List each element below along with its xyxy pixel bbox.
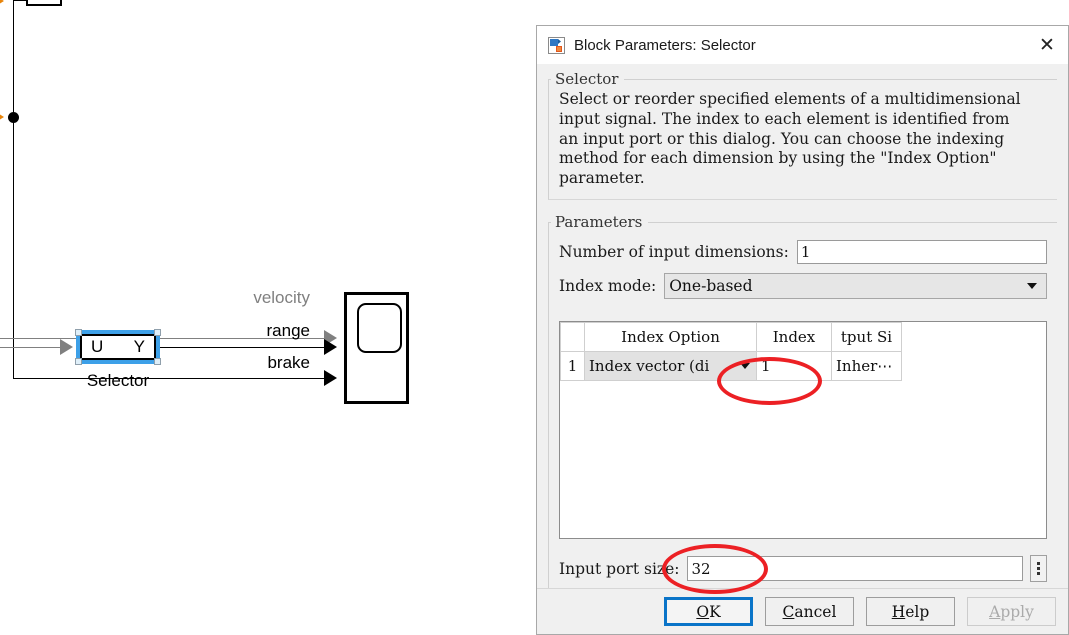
partial-block-top-left[interactable] bbox=[26, 0, 62, 6]
wire-top-stub bbox=[13, 0, 27, 1]
apply-button: Apply bbox=[967, 597, 1056, 626]
arrow-head-icon-top bbox=[0, 0, 4, 6]
cell-output-size[interactable]: Inher⋯ bbox=[831, 351, 902, 382]
signal-label-brake: brake bbox=[267, 353, 310, 372]
wire-range bbox=[160, 347, 330, 348]
parameters-group: Parameters Number of input dimensions: I… bbox=[548, 213, 1057, 588]
num-input-dimensions-input[interactable] bbox=[796, 240, 1047, 265]
selector-block-body: U Y bbox=[80, 334, 156, 360]
help-button-accel: H bbox=[891, 602, 906, 621]
parameters-group-legend: Parameters bbox=[555, 213, 643, 232]
close-icon[interactable]: ✕ bbox=[1032, 30, 1062, 60]
block-parameters-dialog: Block Parameters: Selector ✕ Selector Se… bbox=[536, 25, 1069, 635]
signal-label-velocity: velocity bbox=[253, 288, 310, 307]
ok-button[interactable]: OK bbox=[664, 597, 753, 626]
cancel-button[interactable]: Cancel bbox=[765, 597, 854, 626]
help-button-label: elp bbox=[905, 602, 930, 621]
index-mode-label: Index mode: bbox=[559, 277, 657, 296]
simulink-block-icon bbox=[548, 36, 565, 54]
scope-block[interactable] bbox=[344, 292, 409, 404]
dot-icon bbox=[1037, 572, 1040, 575]
description-group: Selector Select or reorder specified ele… bbox=[548, 70, 1057, 201]
resize-handle-bottom-left[interactable] bbox=[75, 358, 82, 365]
chevron-down-icon bbox=[1027, 283, 1037, 290]
help-button[interactable]: Help bbox=[866, 597, 955, 626]
input-port-size-input[interactable] bbox=[687, 556, 1023, 581]
input-port-size-label: Input port size: bbox=[559, 559, 680, 578]
arrow-head-icon-brake bbox=[324, 370, 337, 386]
dialog-body: Selector Select or reorder specified ele… bbox=[537, 64, 1068, 588]
ok-button-accel: O bbox=[696, 602, 710, 621]
description-group-legend: Selector bbox=[555, 70, 619, 88]
wire-vertical-trunk bbox=[13, 0, 14, 378]
arrow-head-icon-range bbox=[324, 339, 337, 355]
signal-label-range: range bbox=[266, 321, 310, 340]
cell-index-value[interactable]: 1 bbox=[756, 351, 832, 382]
arrow-head-icon-selector-input bbox=[60, 339, 73, 355]
dialog-title: Block Parameters: Selector bbox=[574, 36, 756, 54]
selector-block-caption: Selector bbox=[86, 371, 150, 390]
selector-output-port-label: Y bbox=[133, 337, 145, 356]
table-header-index-option: Index Option bbox=[584, 322, 757, 353]
resize-handle-top-right[interactable] bbox=[154, 329, 161, 336]
ok-button-label: K bbox=[709, 602, 721, 621]
arrow-head-icon-junction bbox=[0, 112, 4, 122]
index-options-table: Index Option Index tput Si 1 Index vecto… bbox=[560, 322, 902, 382]
cell-index-option[interactable]: Index vector (di bbox=[584, 351, 757, 382]
cell-index-option-value: Index vector (di bbox=[589, 357, 710, 376]
index-mode-select[interactable]: One-based bbox=[664, 273, 1047, 300]
table-row-number: 1 bbox=[560, 351, 585, 382]
dot-icon bbox=[1037, 562, 1040, 565]
dot-icon bbox=[1037, 567, 1040, 570]
wire-junction-dot bbox=[8, 112, 19, 123]
index-options-table-container[interactable]: Index Option Index tput Si 1 Index vecto… bbox=[559, 321, 1047, 539]
table-header-row: Index Option Index tput Si bbox=[560, 322, 902, 353]
simulink-model-canvas[interactable]: U Y Selector velocity range brake bbox=[0, 0, 536, 635]
apply-button-accel: A bbox=[989, 602, 1001, 621]
wire-brake bbox=[13, 378, 330, 379]
dialog-button-bar: OK Cancel Help Apply bbox=[537, 588, 1068, 634]
selector-input-port-label: U bbox=[91, 337, 104, 356]
wire-selector-input bbox=[0, 347, 62, 348]
index-mode-value: One-based bbox=[669, 277, 753, 296]
index-mode-row: Index mode: One-based bbox=[549, 273, 1057, 300]
cancel-button-label: ancel bbox=[794, 602, 837, 621]
apply-button-label: pply bbox=[1000, 602, 1034, 621]
resize-handle-bottom-right[interactable] bbox=[154, 358, 161, 365]
input-port-size-more-button[interactable] bbox=[1030, 555, 1047, 582]
num-input-dimensions-label: Number of input dimensions: bbox=[559, 243, 789, 262]
cancel-button-accel: C bbox=[782, 602, 795, 621]
num-input-dimensions-row: Number of input dimensions: bbox=[549, 240, 1057, 265]
chevron-down-icon[interactable] bbox=[740, 363, 750, 370]
table-corner-header bbox=[560, 322, 585, 353]
resize-handle-top-left[interactable] bbox=[75, 329, 82, 336]
input-port-size-row: Input port size: bbox=[549, 555, 1057, 582]
table-header-output-size: tput Si bbox=[831, 322, 902, 353]
table-row[interactable]: 1 Index vector (di 1 Inher⋯ bbox=[560, 351, 902, 382]
dialog-titlebar[interactable]: Block Parameters: Selector ✕ bbox=[537, 26, 1068, 64]
description-text: Select or reorder specified elements of … bbox=[559, 90, 1021, 188]
table-header-index: Index bbox=[756, 322, 832, 353]
selector-block[interactable]: U Y bbox=[75, 329, 161, 365]
scope-screen-icon bbox=[357, 303, 402, 353]
